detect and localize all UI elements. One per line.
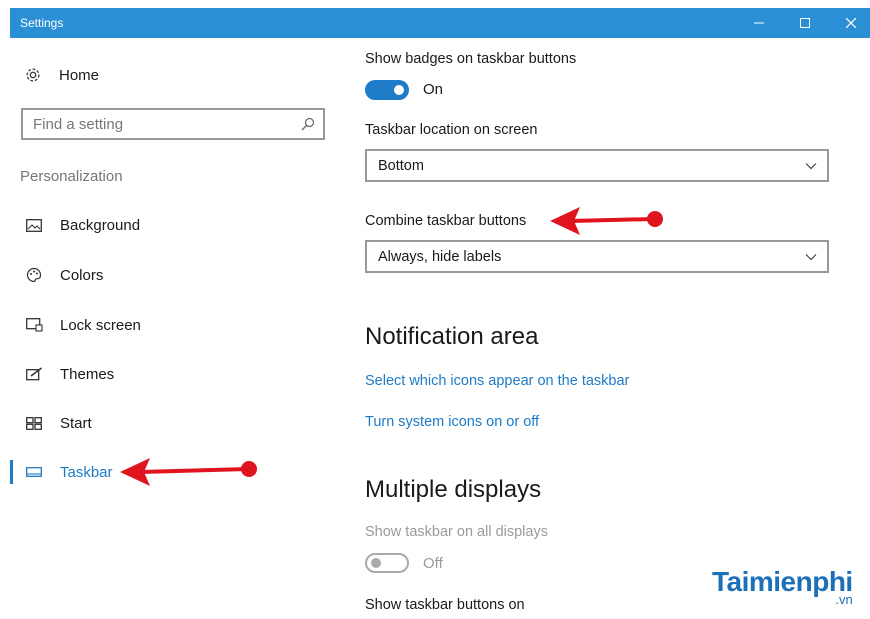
title-bar: Settings [10,8,870,38]
system-icons-link[interactable]: Turn system icons on or off [365,414,539,430]
search-icon [301,117,315,131]
sidebar-item-colors[interactable]: Colors [10,258,330,292]
section-label-personalization: Personalization [20,168,123,185]
taimienphi-logo: Taimienphi .vn [712,566,853,607]
sidebar-item-label: Lock screen [60,316,141,334]
sidebar-item-label: Colors [60,266,104,284]
toggle-knob [394,85,404,95]
toggle-knob [371,558,381,568]
sidebar-item-themes[interactable]: Themes [10,357,330,391]
taskbar-icon [25,463,43,481]
show-all-displays-label: Show taskbar on all displays [365,524,548,540]
red-arrow-annotation [120,458,257,486]
home-label: Home [59,66,100,84]
search-input[interactable] [33,116,293,133]
start-icon [25,414,43,432]
taskbar-location-dropdown[interactable]: Bottom [365,149,829,182]
lock-screen-icon [25,316,43,334]
combine-buttons-dropdown[interactable]: Always, hide labels [365,240,829,273]
taskbar-location-label: Taskbar location on screen [365,122,538,138]
brush-icon [25,365,43,383]
notification-area-heading: Notification area [365,323,539,350]
minimize-button[interactable] [736,8,782,38]
sidebar-item-lock-screen[interactable]: Lock screen [10,308,330,342]
chevron-down-icon [805,254,817,261]
badges-label: Show badges on taskbar buttons [365,51,577,67]
sidebar: Home Personalization Background Colors L… [10,38,340,619]
chevron-down-icon [805,163,817,170]
minimize-icon [754,22,764,24]
sidebar-item-label: Taskbar [60,463,113,481]
palette-icon [25,266,43,284]
badges-toggle-state: On [423,81,444,98]
window-title: Settings [20,16,64,30]
sidebar-item-background[interactable]: Background [10,208,330,242]
active-indicator [10,460,13,484]
multiple-displays-heading: Multiple displays [365,476,542,503]
close-button[interactable] [828,8,870,38]
sidebar-item-label: Start [60,414,92,432]
gear-icon [26,68,40,82]
badges-toggle[interactable] [365,80,409,100]
picture-icon [25,216,43,234]
combine-buttons-label: Combine taskbar buttons [365,213,527,229]
show-all-displays-toggle[interactable] [365,553,409,573]
sidebar-item-label: Themes [60,365,115,383]
logo-brand: Taimienphi [712,566,853,597]
home-nav-item[interactable]: Home [24,66,99,84]
dropdown-value: Bottom [378,158,424,174]
dropdown-value: Always, hide labels [378,249,502,265]
sidebar-item-label: Background [60,216,141,234]
maximize-icon [800,18,810,28]
red-arrow-annotation [550,207,663,235]
show-buttons-on-label: Show taskbar buttons on [365,597,525,613]
taskbar-settings-panel: Show badges on taskbar buttons On Taskba… [365,38,865,619]
maximize-button[interactable] [782,8,828,38]
search-box[interactable] [21,108,325,140]
sidebar-item-start[interactable]: Start [10,406,330,440]
show-all-displays-state: Off [423,555,443,572]
close-icon [846,18,856,28]
select-icons-link[interactable]: Select which icons appear on the taskbar [365,373,629,389]
logo-tld: .vn [835,592,853,607]
